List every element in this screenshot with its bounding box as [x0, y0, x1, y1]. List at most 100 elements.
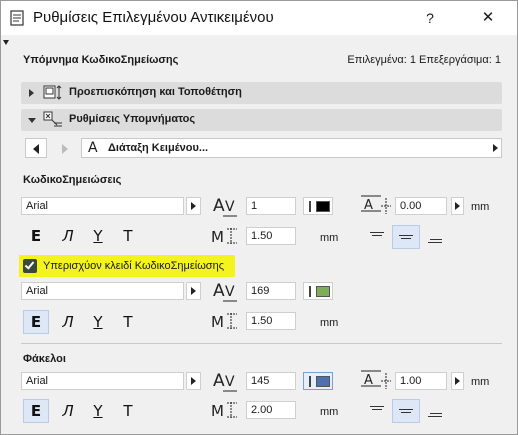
- text-size-input[interactable]: 1.50: [246, 227, 296, 245]
- section-divider: [21, 343, 502, 344]
- underline-button[interactable]: Y: [85, 399, 111, 423]
- help-button[interactable]: ?: [419, 7, 441, 29]
- panel-label: Προεπισκόπηση και Τοποθέτηση: [69, 86, 242, 98]
- svg-text:V: V: [225, 284, 235, 300]
- pen-bar-icon: [309, 286, 311, 297]
- text-height-icon: M: [211, 313, 237, 331]
- panel-label: Ρυθμίσεις Υπομνήματος: [69, 113, 196, 125]
- align-center-button[interactable]: [392, 225, 420, 249]
- leading-input[interactable]: 1.00: [395, 372, 447, 390]
- text-size-unit: mm: [320, 406, 339, 418]
- bold-button[interactable]: E: [23, 310, 49, 334]
- svg-text:A: A: [213, 371, 225, 391]
- pen-bar-icon: [309, 201, 311, 212]
- bold-button[interactable]: E: [23, 399, 49, 423]
- corner-chevron-icon[interactable]: [3, 40, 9, 45]
- font-input-folders[interactable]: Arial: [21, 372, 184, 390]
- close-button[interactable]: ✕: [477, 7, 499, 29]
- chevron-right-icon: [493, 144, 498, 152]
- panel-preview-placement[interactable]: Προεπισκόπηση και Τοποθέτηση: [21, 82, 502, 104]
- text-size-unit: mm: [320, 317, 339, 329]
- font-input-keynotes[interactable]: Arial: [21, 197, 184, 215]
- pen-number-input[interactable]: 169: [246, 282, 296, 300]
- page-selector-label: Διάταξη Κειμένου...: [108, 142, 209, 154]
- window-title: Ρυθμίσεις Επιλεγμένου Αντικειμένου: [33, 9, 274, 26]
- font-dropdown-button[interactable]: [186, 372, 201, 390]
- chevron-right-icon: [455, 202, 460, 210]
- override-checkbox[interactable]: [23, 259, 37, 273]
- override-keynote-checkbox-row[interactable]: Υπερισχύον κλειδί ΚωδικοΣημείωσης: [19, 255, 235, 277]
- character-spacing-icon: A V: [213, 371, 237, 392]
- leading-dropdown-button[interactable]: [451, 197, 464, 215]
- bold-button[interactable]: E: [23, 224, 49, 248]
- chevron-right-icon: [455, 377, 460, 385]
- text-height-icon: M: [211, 402, 237, 420]
- align-right-button[interactable]: [422, 401, 450, 425]
- italic-button[interactable]: Л: [55, 399, 81, 423]
- selection-count: Επιλεγμένα: 1 Επεξεργάσιμα: 1: [347, 54, 501, 66]
- pen-color: [316, 376, 330, 387]
- font-dropdown-button[interactable]: [186, 197, 201, 215]
- character-spacing-icon: A V: [213, 196, 237, 217]
- element-type-label: Υπόμνημα ΚωδικοΣημείωσης: [23, 54, 179, 66]
- svg-text:M: M: [211, 402, 224, 420]
- align-center-button[interactable]: [392, 399, 420, 423]
- pen-number-input[interactable]: 145: [246, 372, 296, 390]
- font-dropdown-button[interactable]: [186, 282, 201, 300]
- preview-placement-icon: [43, 85, 62, 100]
- leading-input[interactable]: 0.00: [395, 197, 447, 215]
- pen-bar-icon: [309, 376, 311, 387]
- arrow-left-icon: [33, 144, 39, 154]
- panel-label-settings[interactable]: Ρυθμίσεις Υπομνήματος: [21, 109, 502, 131]
- checkmark-icon: [24, 259, 35, 270]
- expand-arrow-icon: [29, 89, 34, 97]
- text-height-icon: M: [211, 228, 237, 246]
- chevron-right-icon: [191, 377, 196, 385]
- pen-color: [316, 201, 330, 212]
- chevron-right-icon: [191, 202, 196, 210]
- page-selector[interactable]: A Διάταξη Κειμένου...: [81, 138, 502, 158]
- pen-color: [316, 286, 330, 297]
- strikethrough-button[interactable]: T: [115, 399, 141, 423]
- svg-text:M: M: [211, 313, 224, 331]
- underline-button[interactable]: Y: [85, 310, 111, 334]
- leading-unit: mm: [471, 201, 490, 213]
- align-right-button[interactable]: [422, 227, 450, 251]
- section-title-keynotes: ΚωδικοΣημειώσεις: [23, 174, 122, 186]
- pen-color-swatch[interactable]: [303, 372, 333, 390]
- svg-text:M: M: [211, 228, 224, 246]
- settings-app-icon: [10, 10, 24, 26]
- text-size-input[interactable]: 1.50: [246, 312, 296, 330]
- italic-button[interactable]: Л: [55, 224, 81, 248]
- align-left-button[interactable]: [364, 225, 392, 249]
- arrow-right-icon: [62, 144, 68, 154]
- section-title-folders: Φάκελοι: [23, 353, 66, 365]
- svg-text:V: V: [225, 199, 235, 215]
- character-spacing-icon: A V: [213, 281, 237, 302]
- leading-unit: mm: [471, 376, 490, 388]
- leading-icon: A: [361, 370, 391, 389]
- strikethrough-button[interactable]: T: [115, 224, 141, 248]
- font-input-override[interactable]: Arial: [21, 282, 184, 300]
- leading-icon: A: [361, 195, 391, 214]
- leading-dropdown-button[interactable]: [451, 372, 464, 390]
- svg-text:A: A: [213, 196, 225, 216]
- collapse-arrow-icon: [28, 118, 36, 123]
- text-layout-icon: A: [88, 140, 98, 156]
- italic-button[interactable]: Л: [55, 310, 81, 334]
- title-bar: Ρυθμίσεις Επιλεγμένου Αντικειμένου ? ✕: [1, 1, 517, 35]
- prev-page-button[interactable]: [25, 138, 47, 158]
- next-page-button[interactable]: [53, 138, 75, 158]
- text-size-unit: mm: [320, 232, 339, 244]
- strikethrough-button[interactable]: T: [115, 310, 141, 334]
- dialog-window: Ρυθμίσεις Επιλεγμένου Αντικειμένου ? ✕ Υ…: [0, 0, 518, 435]
- pen-number-input[interactable]: 1: [246, 197, 296, 215]
- underline-button[interactable]: Y: [85, 224, 111, 248]
- text-size-input[interactable]: 2.00: [246, 401, 296, 419]
- align-left-button[interactable]: [364, 399, 392, 423]
- svg-text:V: V: [225, 374, 235, 390]
- pen-color-swatch[interactable]: [303, 197, 333, 215]
- label-settings-icon: [43, 111, 62, 127]
- pen-color-swatch[interactable]: [303, 282, 333, 300]
- svg-text:A: A: [213, 281, 225, 301]
